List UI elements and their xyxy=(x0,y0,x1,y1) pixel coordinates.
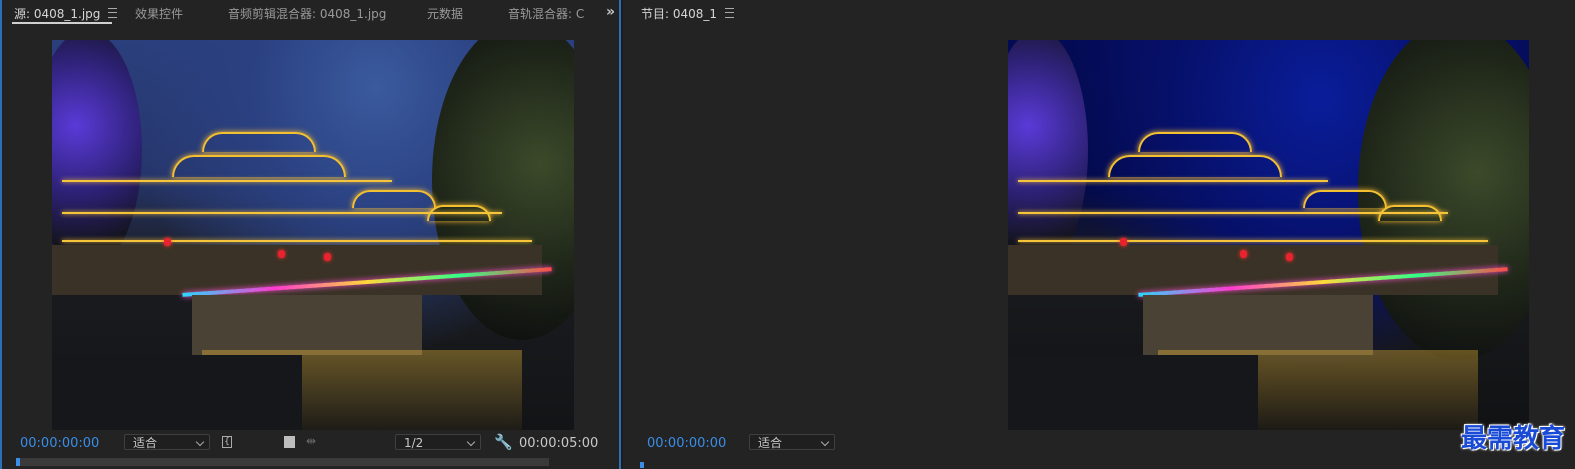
mark-in-bracket-icon[interactable]: { xyxy=(222,436,232,448)
source-resolution-select-value: 1/2 xyxy=(404,436,424,450)
wrench-icon[interactable]: 🔧 xyxy=(494,433,513,451)
active-tab-underline xyxy=(12,22,112,24)
tab-effect-controls[interactable]: 效果控件 xyxy=(135,5,183,22)
source-playhead[interactable] xyxy=(16,458,20,466)
light-row xyxy=(62,240,532,242)
railing-foreground xyxy=(52,355,302,430)
stone-pier xyxy=(192,295,422,355)
stone-pier xyxy=(1143,295,1373,355)
program-zoom-select[interactable]: 适合 xyxy=(749,434,835,450)
left-foliage xyxy=(52,40,142,270)
tab-source[interactable]: 源: 0408_1.jpg xyxy=(14,5,118,22)
source-time-ruler[interactable] xyxy=(16,458,549,466)
program-timecode-start[interactable]: 00:00:00:00 xyxy=(647,436,726,451)
light-row xyxy=(1018,180,1328,182)
source-tab-bar: 源: 0408_1.jpg 效果控件 音频剪辑混合器: 0408_1.jpg 元… xyxy=(2,0,619,26)
watermark-logo: 最需教育 xyxy=(1460,424,1565,454)
tab-source-label: 源: 0408_1.jpg xyxy=(14,6,101,21)
lantern xyxy=(324,253,331,261)
lantern xyxy=(1286,253,1293,261)
railing-foreground xyxy=(1008,355,1258,430)
menu-icon[interactable] xyxy=(725,8,735,18)
tab-audio-clip-mixer[interactable]: 音频剪辑混合器: 0408_1.jpg xyxy=(228,5,386,22)
overflow-chevrons-icon[interactable]: » xyxy=(606,4,615,20)
tab-program-label: 节目: 0408_1 xyxy=(641,6,718,21)
tab-audio-track-mixer-label: 音轨混合器: C xyxy=(508,6,585,21)
pagoda-roof-mid xyxy=(1108,155,1282,177)
side-roof-1 xyxy=(1303,190,1387,208)
side-roof-1 xyxy=(352,190,436,208)
export-frame-icon[interactable] xyxy=(284,436,295,448)
source-zoom-select-value: 适合 xyxy=(133,436,158,450)
source-monitor-panel: 源: 0408_1.jpg 效果控件 音频剪辑混合器: 0408_1.jpg 元… xyxy=(0,0,621,469)
light-row xyxy=(1018,212,1448,214)
light-row xyxy=(1018,240,1488,242)
source-timecode-end: 00:00:05:00 xyxy=(519,435,599,451)
light-row xyxy=(62,180,392,182)
program-zoom-select-value: 适合 xyxy=(758,436,783,450)
tab-effect-controls-label: 效果控件 xyxy=(135,6,184,21)
source-zoom-select[interactable]: 适合 xyxy=(124,434,210,450)
tab-audio-clip-mixer-label: 音频剪辑混合器: 0408_1.jpg xyxy=(228,6,387,21)
program-tab-bar: 节目: 0408_1 xyxy=(623,0,1575,26)
tab-metadata-label: 元数据 xyxy=(427,6,464,21)
program-controls: 00:00:00:00 适合 xyxy=(623,433,1575,453)
pagoda-roof-top xyxy=(1138,132,1252,152)
pagoda-roof-mid xyxy=(172,155,346,177)
left-foliage xyxy=(1008,40,1088,270)
source-controls: 00:00:00:00 适合 { ⇹ 1/2 🔧 00:00:05:00 xyxy=(2,433,619,453)
tab-audio-track-mixer[interactable]: 音轨混合器: C xyxy=(508,5,588,22)
program-monitor-panel: 节目: 0408_1 00:00:00:00 适合 最需教育 xyxy=(623,0,1575,469)
source-video-frame[interactable] xyxy=(52,40,574,430)
chevron-down-icon xyxy=(466,437,476,447)
light-row xyxy=(62,212,502,214)
tab-metadata[interactable]: 元数据 xyxy=(427,5,463,22)
lantern xyxy=(1120,238,1127,246)
pagoda-roof-top xyxy=(202,132,316,152)
program-playhead[interactable] xyxy=(640,462,644,468)
source-resolution-select[interactable]: 1/2 xyxy=(395,434,481,450)
chevron-down-icon xyxy=(195,437,205,447)
menu-icon[interactable] xyxy=(108,8,118,18)
lantern xyxy=(1240,250,1247,258)
lantern xyxy=(278,250,285,258)
tab-program[interactable]: 节目: 0408_1 xyxy=(641,5,735,22)
insert-arrows-icon[interactable]: ⇹ xyxy=(306,434,316,448)
chevron-down-icon xyxy=(820,437,830,447)
program-video-frame[interactable] xyxy=(1008,40,1529,430)
lantern xyxy=(164,238,171,246)
source-timecode-start[interactable]: 00:00:00:00 xyxy=(20,436,99,451)
right-foliage xyxy=(432,40,574,340)
